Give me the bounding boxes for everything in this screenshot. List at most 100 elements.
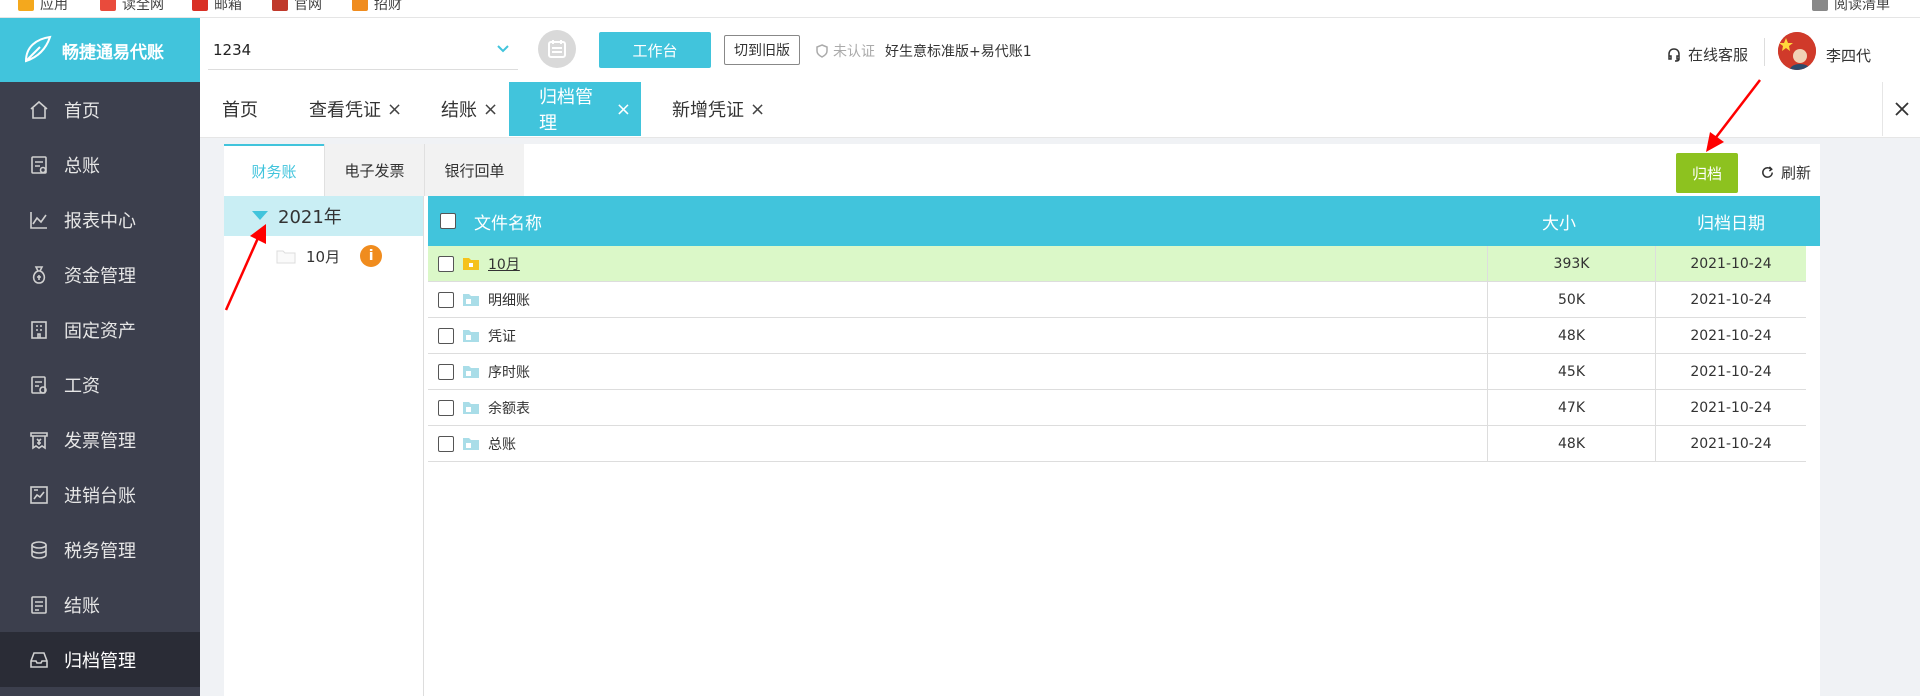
caret-down-icon[interactable]: [252, 211, 268, 221]
bookmark-icon: [100, 0, 116, 11]
avatar-image-icon: [1778, 32, 1816, 70]
switch-old-version-button[interactable]: 切到旧版: [724, 35, 800, 65]
bookmark-3[interactable]: 官网: [272, 0, 322, 14]
bookmark-1[interactable]: 读全网: [100, 0, 164, 14]
apps-icon: [18, 0, 34, 11]
headset-icon: [1668, 47, 1680, 62]
bookmark-icon: [192, 0, 208, 11]
archive-icon: [30, 651, 48, 668]
tree-node-month[interactable]: 10月 i: [224, 236, 423, 276]
tab-home[interactable]: 首页: [212, 82, 268, 136]
file-size: 47K: [1488, 390, 1656, 425]
close-icon[interactable]: ×: [750, 99, 765, 120]
inventory-icon: [30, 485, 48, 504]
document-icon: [463, 437, 479, 450]
sidebar-item-funds[interactable]: 资金管理: [0, 247, 200, 302]
chart-icon: [30, 211, 47, 229]
brand-logo[interactable]: 畅捷通易代账: [0, 18, 200, 82]
sidebar-item-invoices[interactable]: 发票管理: [0, 412, 200, 467]
close-icon[interactable]: ×: [387, 99, 402, 120]
workbench-button[interactable]: 工作台: [599, 32, 711, 68]
tab-view-voucher[interactable]: 查看凭证 ×: [299, 82, 412, 136]
brand-name: 畅捷通易代账: [62, 42, 164, 63]
tax-icon: [31, 540, 47, 559]
payroll-icon: [31, 375, 47, 394]
checkout-icon: [31, 595, 47, 614]
calendar-button[interactable]: [538, 30, 576, 68]
refresh-icon: [1762, 166, 1773, 178]
sidebar-item-home[interactable]: 首页: [0, 82, 200, 137]
bookmark-4[interactable]: 招财: [352, 0, 402, 14]
archive-button[interactable]: 归档: [1676, 153, 1738, 193]
file-name[interactable]: 凭证: [488, 326, 516, 346]
file-size: 50K: [1488, 282, 1656, 317]
bookmark-2[interactable]: 邮箱: [192, 0, 242, 14]
leaf-logo-icon: [24, 35, 52, 63]
sidebar-item-ledger[interactable]: 总账: [0, 137, 200, 192]
row-checkbox[interactable]: [438, 363, 454, 380]
sidebar-item-checkout[interactable]: 结账: [0, 577, 200, 632]
file-name[interactable]: 序时账: [488, 362, 530, 382]
calendar-icon: [548, 40, 566, 58]
subtab-financial-books[interactable]: 财务账: [224, 144, 324, 196]
money-bag-icon: [32, 265, 46, 284]
tab-new-voucher[interactable]: 新增凭证 ×: [662, 82, 775, 136]
reading-list-icon: [1812, 0, 1828, 11]
page-tabs: 首页 查看凭证 × 结账 × 归档管理 × 新增凭证 ×: [200, 82, 1920, 138]
table-row[interactable]: 明细账 50K 2021-10-24: [428, 282, 1806, 318]
refresh-button[interactable]: 刷新: [1760, 162, 1811, 183]
archive-panel: 财务账 电子发票 银行回单 归档 刷新 2021年 10月 i 文件名称 大小 …: [224, 144, 1820, 696]
online-support-link[interactable]: 在线客服: [1666, 44, 1748, 65]
app-root: 应用 读全网 邮箱 官网 招财 阅读清单 畅捷通易代账 首页 总账 报表中心 资…: [0, 0, 1920, 696]
table-row[interactable]: 凭证 48K 2021-10-24: [428, 318, 1806, 354]
table-row[interactable]: 序时账 45K 2021-10-24: [428, 354, 1806, 390]
row-checkbox[interactable]: [438, 435, 454, 452]
sidebar-item-payroll[interactable]: 工资: [0, 357, 200, 412]
info-icon[interactable]: i: [360, 245, 383, 267]
row-checkbox[interactable]: [438, 399, 454, 416]
close-icon[interactable]: ×: [483, 99, 498, 120]
archive-file-table: 文件名称 大小 归档日期 10月 393K 2021-10-24 明细账 50K…: [428, 196, 1820, 462]
sidebar-item-tax[interactable]: 税务管理: [0, 522, 200, 577]
bookmark-reading-list[interactable]: 阅读清单: [1812, 0, 1890, 14]
close-icon[interactable]: ×: [616, 99, 631, 120]
building-icon: [31, 320, 47, 339]
file-name[interactable]: 明细账: [488, 290, 530, 310]
file-name[interactable]: 总账: [488, 434, 516, 454]
subtab-e-invoices[interactable]: 电子发票: [324, 144, 424, 196]
row-checkbox[interactable]: [438, 291, 454, 308]
username[interactable]: 李四代: [1826, 45, 1871, 66]
sidebar-item-fixed-assets[interactable]: 固定资产: [0, 302, 200, 357]
close-all-tabs-button[interactable]: [1882, 82, 1920, 136]
file-archive-date: 2021-10-24: [1690, 363, 1772, 380]
file-archive-date: 2021-10-24: [1690, 291, 1772, 308]
column-header-filename: 文件名称: [474, 213, 542, 234]
uncertified-badge[interactable]: 未认证: [815, 41, 875, 61]
row-checkbox[interactable]: [438, 255, 454, 272]
select-all-checkbox[interactable]: [440, 213, 456, 229]
table-row[interactable]: 10月 393K 2021-10-24: [428, 246, 1806, 282]
tab-archive-management[interactable]: 归档管理 ×: [509, 82, 641, 136]
table-row[interactable]: 余额表 47K 2021-10-24: [428, 390, 1806, 426]
ledger-icon: [31, 155, 47, 174]
bookmarks-bar: 应用 读全网 邮箱 官网 招财 阅读清单: [0, 0, 1920, 18]
sidebar-item-reports[interactable]: 报表中心: [0, 192, 200, 247]
table-row[interactable]: 总账 48K 2021-10-24: [428, 426, 1806, 462]
file-size: 48K: [1488, 318, 1656, 353]
subtab-bank-receipts[interactable]: 银行回单: [424, 144, 524, 196]
shield-icon: [816, 44, 828, 58]
file-name[interactable]: 10月: [488, 254, 520, 274]
sidebar-item-inventory[interactable]: 进销台账: [0, 467, 200, 522]
account-set-name: 好生意标准版+易代账1: [885, 44, 1032, 60]
company-select[interactable]: 1234: [208, 30, 518, 70]
row-checkbox[interactable]: [438, 327, 454, 344]
bookmark-apps[interactable]: 应用: [18, 0, 68, 14]
tree-node-year[interactable]: 2021年: [224, 196, 423, 236]
sidebar-item-archive[interactable]: 归档管理: [0, 632, 200, 687]
file-archive-date: 2021-10-24: [1690, 255, 1772, 272]
file-size: 393K: [1488, 246, 1656, 281]
avatar[interactable]: [1778, 32, 1816, 70]
file-name[interactable]: 余额表: [488, 398, 530, 418]
document-icon: [463, 401, 479, 414]
tab-checkout[interactable]: 结账 ×: [431, 82, 508, 136]
